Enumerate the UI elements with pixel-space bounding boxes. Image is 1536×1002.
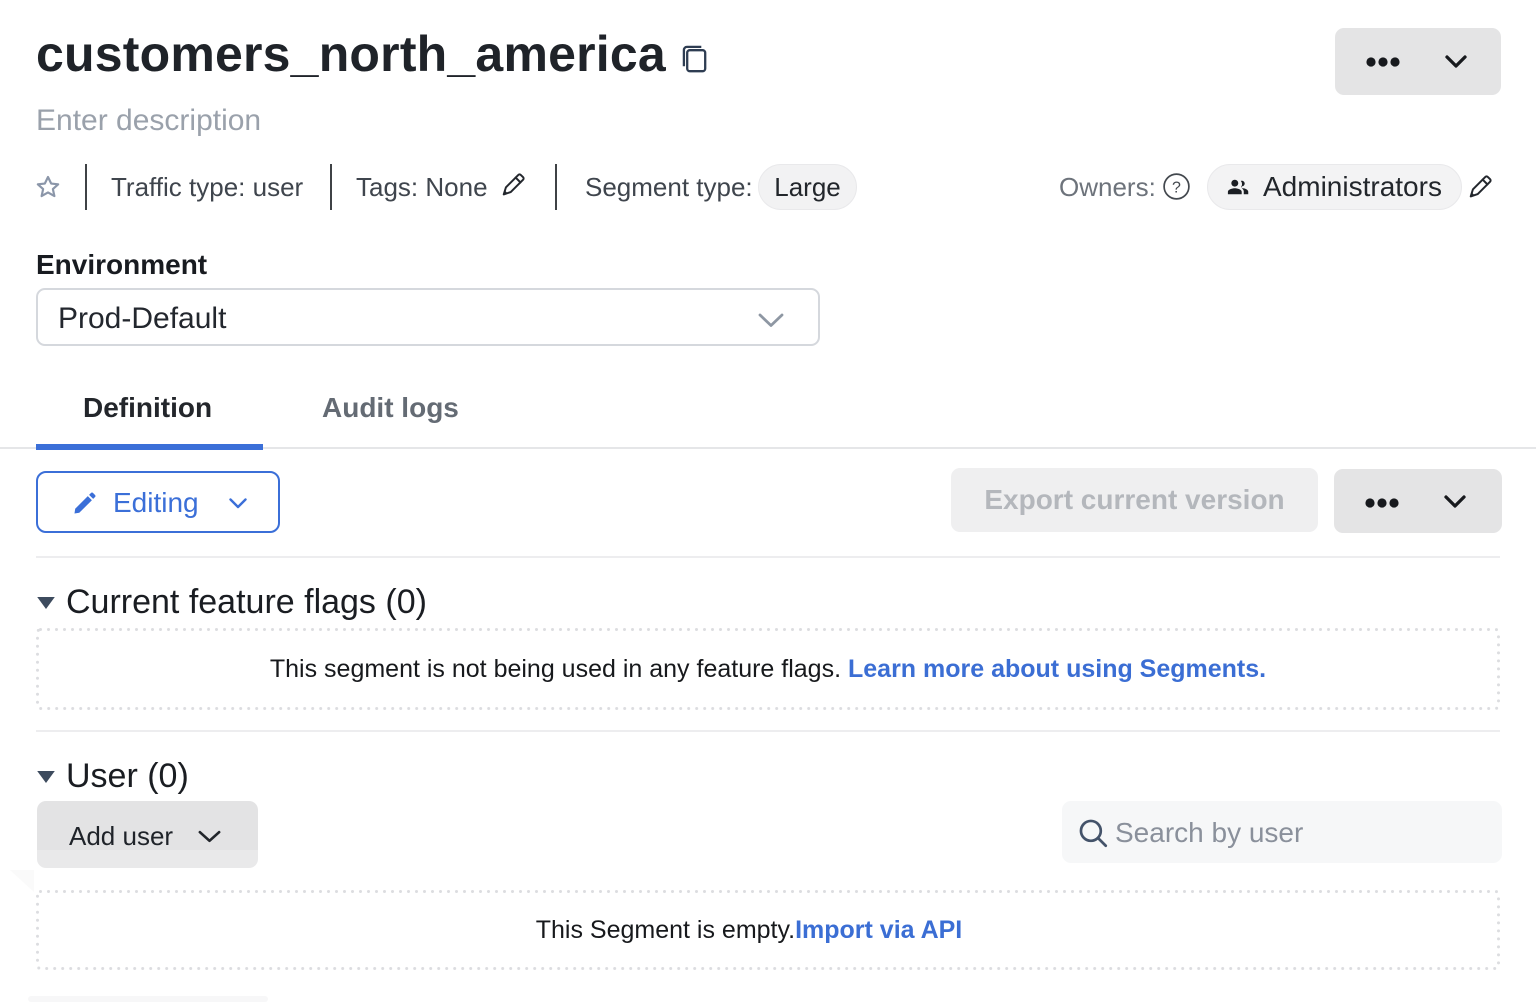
svg-text:?: ? xyxy=(1172,179,1181,196)
